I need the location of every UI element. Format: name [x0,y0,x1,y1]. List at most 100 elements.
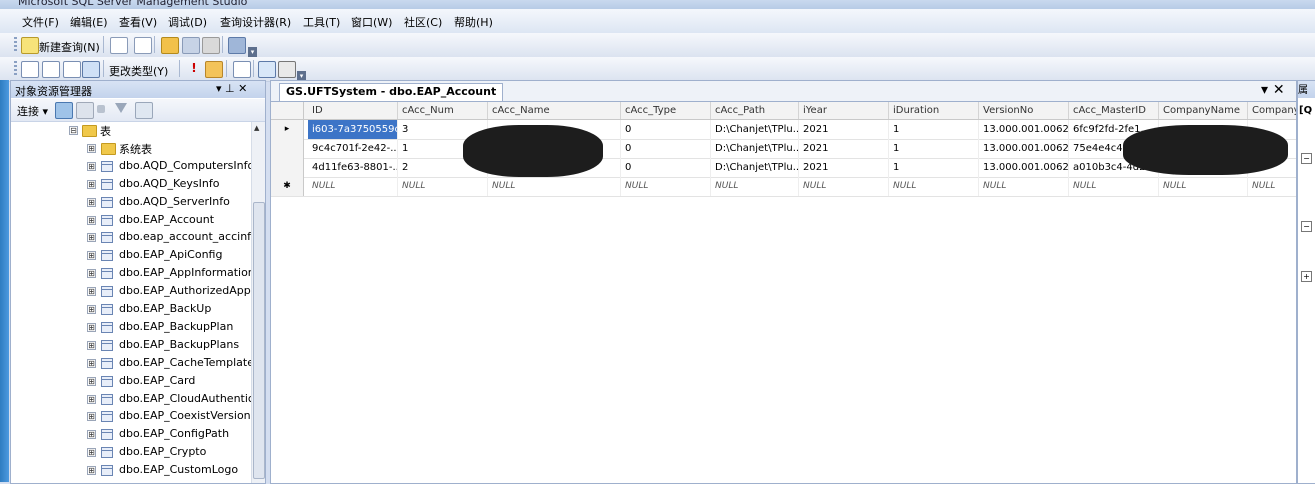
column-header[interactable]: cAcc_Num [398,102,488,119]
tab-eap-account[interactable]: GS.UFTSystem - dbo.EAP_Account [279,83,504,101]
table-cell[interactable]: NULL [621,177,711,196]
refresh-icon[interactable] [135,102,153,119]
tree-item[interactable]: ⊞ dbo.EAP_CacheTemplate [11,355,251,372]
table-cell[interactable]: 2021 [799,139,889,158]
table-cell[interactable]: NULL [979,177,1069,196]
column-header[interactable]: cAcc_Path [711,102,799,119]
table-cell[interactable]: NULL [711,177,799,196]
new-query-icon[interactable] [21,37,39,54]
table-cell[interactable]: 1 [889,120,979,139]
tree-expander-icon[interactable]: ⊞ [87,466,96,476]
menu-item[interactable]: 帮助(H) [454,14,493,30]
toolbar-grip[interactable] [14,61,17,77]
table-cell[interactable]: NULL [488,177,621,196]
tree-expander-icon[interactable]: ⊞ [87,197,96,207]
tree-expander-icon[interactable]: ⊞ [87,340,96,350]
toolbar-overflow-icon[interactable]: ▾ [248,47,257,57]
save-all-icon[interactable] [202,37,220,54]
save-icon[interactable] [182,37,200,54]
stop-icon[interactable] [97,105,105,113]
add-table-icon[interactable] [258,61,276,78]
connect-object-explorer-icon[interactable] [55,102,73,119]
expand-icon[interactable]: + [1301,271,1312,282]
table-cell[interactable]: 2021 [799,120,889,139]
tree-item[interactable]: ⊞ dbo.AQD_KeysInfo [11,176,251,193]
table-cell[interactable]: D:\Chanjet\TPlu... [711,120,799,139]
tree-expander-icon[interactable]: ⊟ [69,126,78,135]
table-cell[interactable]: 2021 [799,158,889,177]
tree-item[interactable]: ⊞ dbo.EAP_ApiConfig [11,247,251,264]
column-header[interactable]: iDuration [889,102,979,119]
tree-expander-icon[interactable]: ⊞ [87,376,96,386]
tree-item[interactable]: ⊞ dbo.EAP_AuthorizedApp [11,283,251,300]
change-type-button[interactable]: 更改类型(Y) [109,63,168,79]
row-selector[interactable]: ✱ [271,177,304,196]
tree-item[interactable]: ⊞ dbo.EAP_BackupPlan [11,319,251,336]
object-explorer-scrollbar[interactable]: ▲ [251,122,265,483]
menu-item[interactable]: 社区(C) [404,14,442,30]
row-selector[interactable] [271,139,304,158]
tree-item[interactable]: ⊞ dbo.EAP_Account [11,212,251,229]
tree-expander-icon[interactable]: ⊞ [87,394,96,404]
tree-item[interactable]: ⊞ dbo.AQD_ServerInfo [11,194,251,211]
tree-expander-icon[interactable]: ⊞ [87,233,96,243]
column-header[interactable]: iYear [799,102,889,119]
results-pane-icon[interactable] [82,61,100,78]
table-cell[interactable]: NULL [1159,177,1248,196]
table-cell[interactable]: 0 [621,158,711,177]
tree-expander-icon[interactable]: ⊞ [87,215,96,225]
column-header[interactable]: CompanyName [1159,102,1248,119]
tree-item[interactable]: ⊟ 表 [11,122,251,139]
table-cell[interactable]: D:\Chanjet\TPlu... [711,158,799,177]
column-header[interactable]: ID [308,102,398,119]
table-cell[interactable]: NULL [1069,177,1159,196]
criteria-pane-icon[interactable] [42,61,60,78]
table-cell[interactable]: 9c4c701f-2e42-... [308,139,398,158]
sql-pane-icon[interactable] [63,61,81,78]
tree-expander-icon[interactable]: ⊞ [87,287,96,297]
tree-expander-icon[interactable]: ⊞ [87,269,96,279]
column-header[interactable]: cAcc_MasterID [1069,102,1159,119]
column-header[interactable]: cAcc_Type [621,102,711,119]
column-header[interactable]: CompanyA [1248,102,1296,119]
tree-expander-icon[interactable]: ⊞ [87,305,96,314]
verify-sql-icon[interactable] [205,61,223,78]
disconnect-icon[interactable] [76,102,94,119]
execute-sql-icon[interactable]: ! [186,61,202,76]
table-cell[interactable]: 13.000.001.0062 [979,139,1069,158]
menu-item[interactable]: 工具(T) [303,14,340,30]
tree-item[interactable]: ⊞ dbo.eap_account_accinfo [11,229,251,246]
collapse-icon[interactable]: − [1301,153,1312,164]
table-cell[interactable]: 1 [889,158,979,177]
tree-expander-icon[interactable]: ⊞ [87,448,96,458]
menu-item[interactable]: 查看(V) [119,14,157,30]
activity-monitor-icon[interactable] [228,37,246,54]
tree-expander-icon[interactable]: ⊞ [87,322,96,332]
table-cell[interactable]: 13.000.001.0062 [979,120,1069,139]
tree-item[interactable]: ⊞ dbo.EAP_Crypto [11,444,251,461]
tree-item[interactable]: ⊞ dbo.EAP_CloudAuthentica [11,391,251,408]
table-cell[interactable]: NULL [1248,177,1296,196]
menu-item[interactable]: 文件(F) [22,14,59,30]
table-cell[interactable]: 4d11fe63-8801-... [308,158,398,177]
column-header[interactable]: cAcc_Name [488,102,621,119]
connect-button[interactable]: 连接 ▾ [17,103,48,119]
menu-item[interactable]: 窗口(W) [351,14,392,30]
filter-icon[interactable] [115,103,127,113]
tree-item[interactable]: ⊞ 系统表 [11,140,251,157]
add-derived-table-icon[interactable] [278,61,296,78]
tree-item[interactable]: ⊞ dbo.EAP_Card [11,373,251,390]
tree-expander-icon[interactable]: ⊞ [87,251,96,261]
tree-expander-icon[interactable]: ⊞ [87,143,96,153]
diagram-pane-icon[interactable] [21,61,39,78]
tree-expander-icon[interactable]: ⊞ [87,358,96,368]
row-selector[interactable]: ▸ [271,120,304,139]
table-cell[interactable]: D:\Chanjet\TPlu... [711,139,799,158]
table-cell[interactable]: 13.000.001.0062 [979,158,1069,177]
table-cell[interactable]: 0 [621,139,711,158]
table-cell[interactable]: NULL [398,177,488,196]
tree-item[interactable]: ⊞ dbo.EAP_BackUp [11,301,251,318]
tree-expander-icon[interactable]: ⊞ [87,161,96,171]
tree-item[interactable]: ⊞ dbo.AQD_ComputersInfo [11,158,251,175]
table-cell[interactable]: NULL [889,177,979,196]
